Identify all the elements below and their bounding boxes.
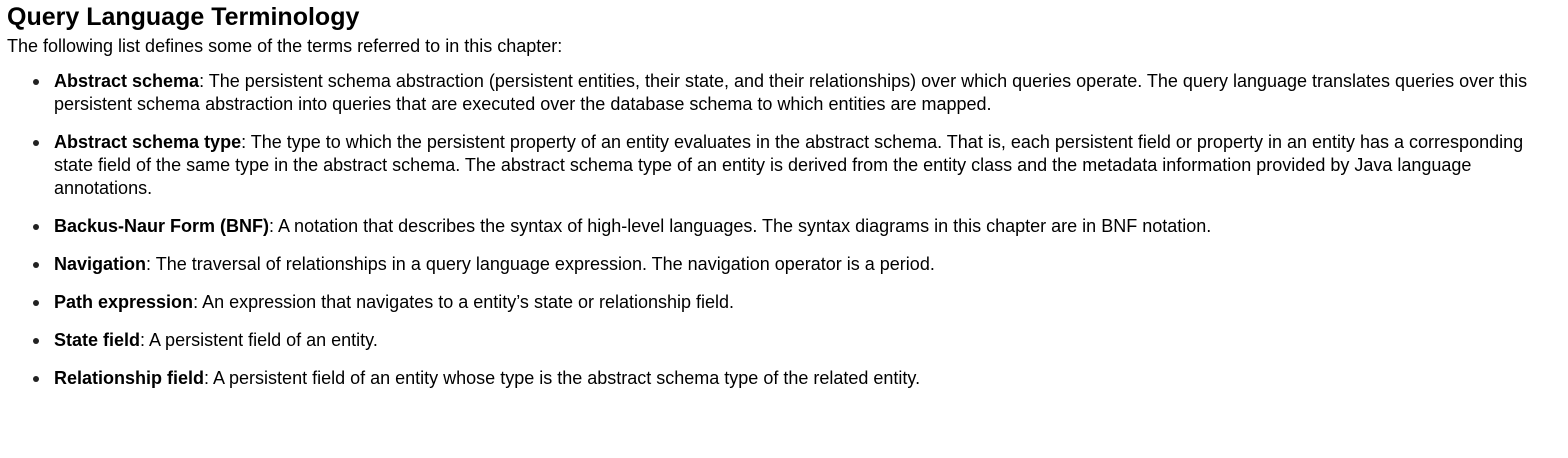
- page-title: Query Language Terminology: [7, 3, 360, 31]
- term-definition: : An expression that navigates to a enti…: [193, 292, 735, 312]
- list-item: Backus-Naur Form (BNF): A notation that …: [7, 215, 1560, 238]
- list-item: Relationship field: A persistent field o…: [7, 367, 1560, 390]
- term-name: Backus-Naur Form (BNF): [54, 216, 270, 236]
- term-definition: : A persistent field of an entity.: [140, 330, 378, 350]
- list-item: Abstract schema: The persistent schema a…: [7, 70, 1560, 116]
- bullet-icon: [33, 79, 39, 85]
- term-name: Abstract schema: [54, 71, 200, 91]
- list-item: Navigation: The traversal of relationshi…: [7, 253, 1560, 276]
- term-name: State field: [54, 330, 141, 350]
- bullet-icon: [33, 376, 39, 382]
- bullet-icon: [33, 224, 39, 230]
- terminology-list: Abstract schema: The persistent schema a…: [7, 70, 1560, 390]
- term-definition: : A persistent field of an entity whose …: [204, 368, 921, 388]
- list-item: Abstract schema type: The type to which …: [7, 131, 1560, 200]
- list-item: Path expression: An expression that navi…: [7, 291, 1560, 314]
- document-page: Query Language Terminology The following…: [0, 0, 1568, 458]
- term-definition: : The type to which the persistent prope…: [54, 132, 1524, 198]
- term-name: Abstract schema type: [54, 132, 242, 152]
- term-definition: : The traversal of relationships in a qu…: [146, 254, 935, 274]
- bullet-icon: [33, 262, 39, 268]
- term-name: Navigation: [54, 254, 147, 274]
- list-item: State field: A persistent field of an en…: [7, 329, 1560, 352]
- bullet-icon: [33, 300, 39, 306]
- term-definition: : A notation that describes the syntax o…: [269, 216, 1212, 236]
- term-name: Relationship field: [54, 368, 205, 388]
- term-name: Path expression: [54, 292, 194, 312]
- bullet-icon: [33, 140, 39, 146]
- term-definition: : The persistent schema abstraction (per…: [54, 71, 1528, 114]
- bullet-icon: [33, 338, 39, 344]
- intro-paragraph: The following list defines some of the t…: [7, 36, 563, 56]
